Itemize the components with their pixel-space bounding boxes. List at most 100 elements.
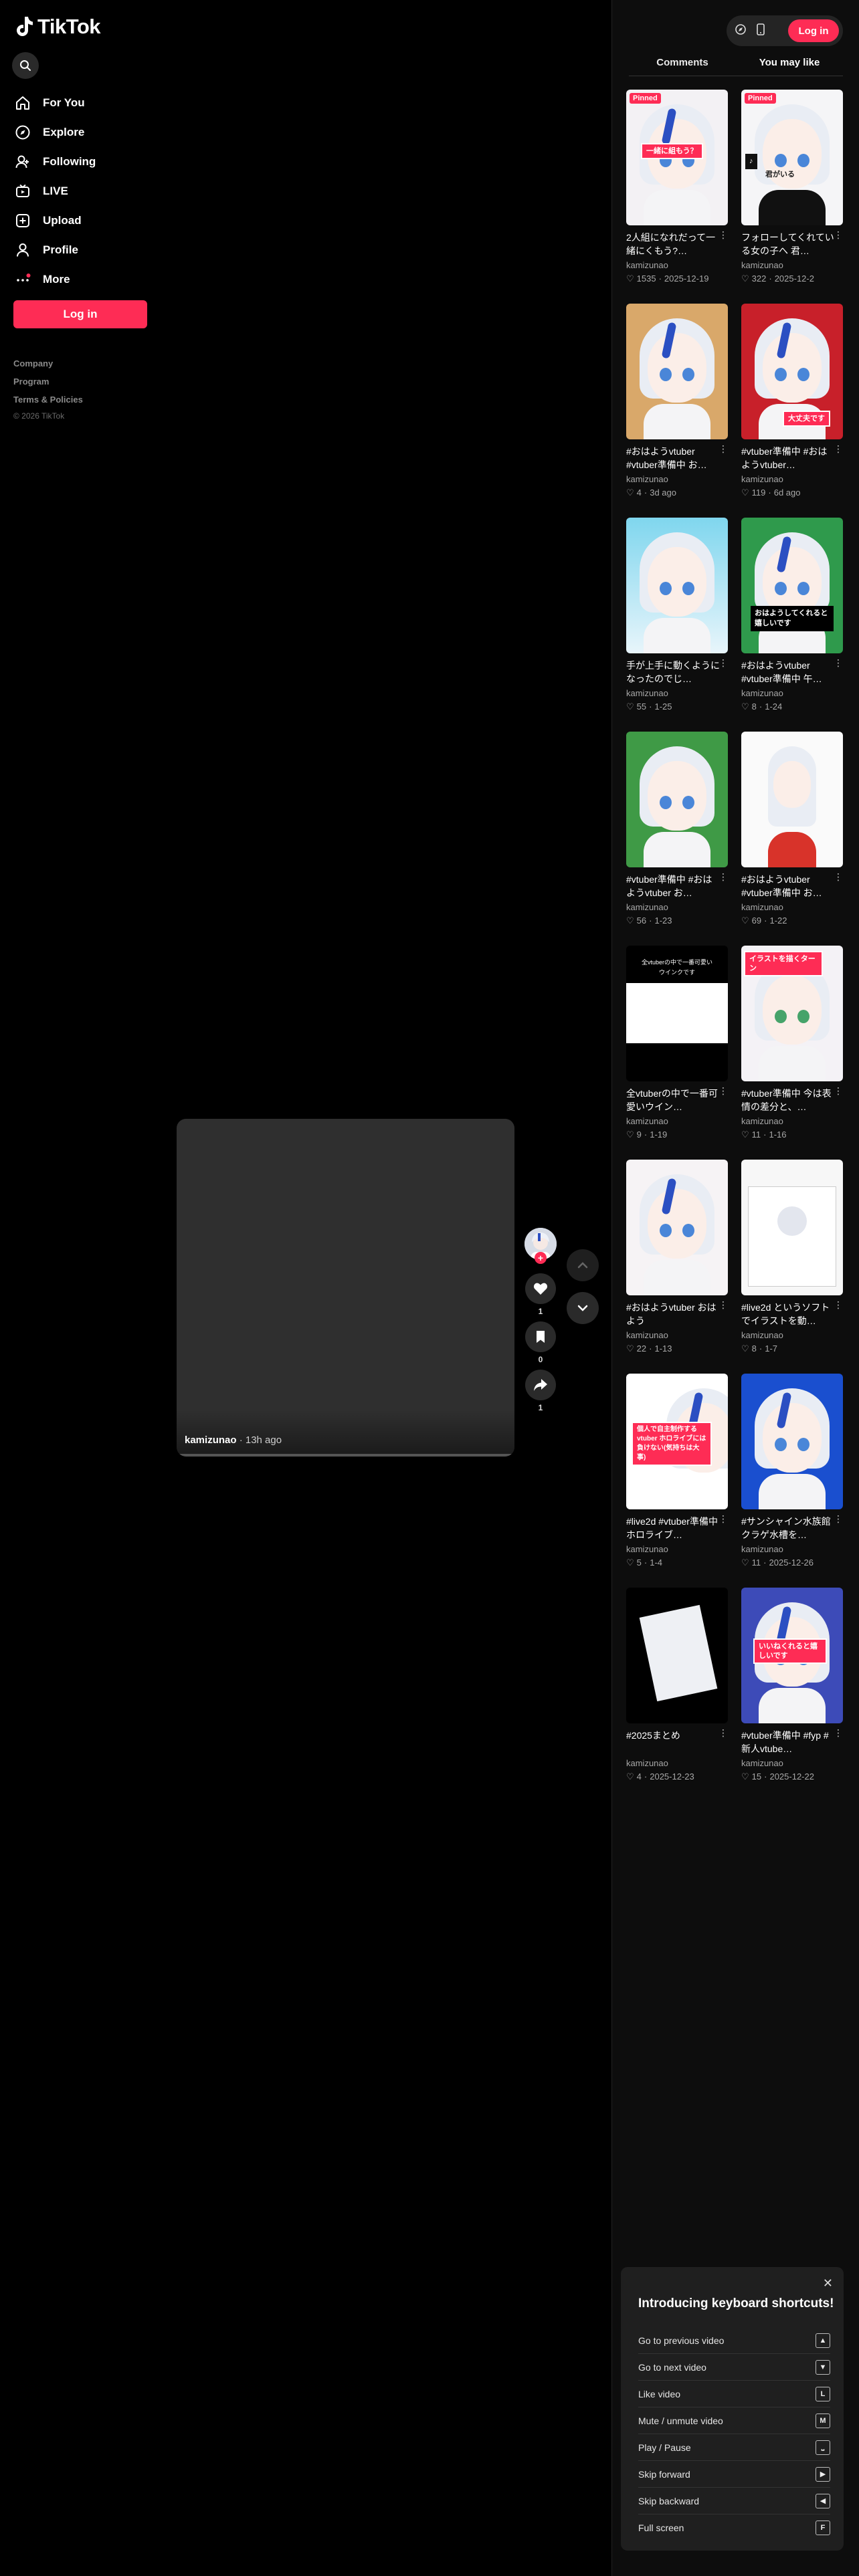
previous-video-button[interactable]: [567, 1249, 599, 1281]
more-options-icon[interactable]: ⋮: [834, 1086, 843, 1095]
more-options-icon[interactable]: ⋮: [834, 230, 843, 239]
thumb-overlay-text: 個人で自主制作する vtuber ホロライブには負けない(気持ちは大事): [632, 1422, 712, 1466]
sidebar-item-live[interactable]: LIVE: [13, 177, 96, 206]
video-card[interactable]: #vtuber準備中 #おはようvtuber お… ⋮ kamizunao ♡ 5…: [626, 732, 728, 927]
video-author[interactable]: kamizunao: [185, 1434, 237, 1446]
meta-separator: ·: [644, 1772, 648, 1782]
more-options-icon[interactable]: ⋮: [719, 230, 728, 239]
video-card[interactable]: 全vtuberの中で一番可愛いウインクです 全vtuberの中で一番可愛いウイン…: [626, 946, 728, 1141]
footer-link-terms[interactable]: Terms & Policies: [13, 391, 83, 409]
video-thumbnail[interactable]: [626, 732, 728, 867]
shortcut-row: Play / Pause ⎵: [638, 2434, 830, 2461]
footer-link-program[interactable]: Program: [13, 372, 83, 391]
sidebar-item-more[interactable]: More: [13, 265, 96, 294]
video-card[interactable]: #おはようvtuber おはよう ⋮ kamizunao ♡ 22 · 1-13: [626, 1160, 728, 1355]
video-thumbnail[interactable]: [741, 1374, 843, 1509]
video-thumbnail[interactable]: イラストを描くターン: [741, 946, 843, 1081]
video-card[interactable]: 手が上手に動くようになったのでじ… ⋮ kamizunao ♡ 55 · 1-25: [626, 518, 728, 713]
more-options-icon[interactable]: ⋮: [834, 444, 843, 453]
more-options-icon[interactable]: ⋮: [719, 872, 728, 881]
shortcut-label: Go to previous video: [638, 2335, 725, 2346]
shortcut-label: Skip forward: [638, 2468, 690, 2480]
header-login-button[interactable]: Log in: [788, 19, 839, 42]
shortcut-row: Skip backward ◀: [638, 2488, 830, 2514]
share-count: 1: [538, 1403, 543, 1412]
video-card[interactable]: #2025まとめ ⋮ kamizunao ♡ 4 · 2025-12-23: [626, 1588, 728, 1783]
device-icon[interactable]: [756, 23, 765, 39]
more-options-icon[interactable]: ⋮: [834, 872, 843, 881]
more-options-icon[interactable]: ⋮: [834, 1300, 843, 1309]
video-card[interactable]: 一緒に組もう？ Pinned 2人組になれだって一緒にくもう?… ⋮ kamiz…: [626, 90, 728, 285]
card-date: 1-4: [650, 1558, 663, 1568]
more-options-icon[interactable]: ⋮: [719, 444, 728, 453]
explore-circle-icon[interactable]: [735, 23, 747, 39]
video-thumbnail[interactable]: [626, 518, 728, 653]
more-options-icon[interactable]: ⋮: [719, 1728, 728, 1737]
video-thumbnail[interactable]: [626, 1160, 728, 1295]
video-card[interactable]: いいねくれると嬉しいです #vtuber準備中 #fyp #新人vtube… ⋮…: [741, 1588, 843, 1783]
sidebar-item-following[interactable]: Following: [13, 147, 96, 177]
card-likes: 322: [751, 274, 767, 284]
video-card[interactable]: 個人で自主制作する vtuber ホロライブには負けない(気持ちは大事) #li…: [626, 1374, 728, 1569]
sidebar-item-label: More: [43, 273, 70, 286]
video-card[interactable]: ♪ 君がいる Pinned フォローしてくれている女の子へ 君… ⋮ kamiz…: [741, 90, 843, 285]
video-thumbnail[interactable]: [626, 1588, 728, 1723]
heart-icon: [533, 1283, 548, 1295]
sidebar-login-button[interactable]: Log in: [13, 300, 147, 328]
video-thumbnail[interactable]: いいねくれると嬉しいです: [741, 1588, 843, 1723]
video-thumbnail[interactable]: [741, 1160, 843, 1295]
video-thumbnail[interactable]: [741, 732, 843, 867]
close-icon[interactable]: ✕: [823, 2276, 833, 2290]
more-options-icon[interactable]: ⋮: [834, 658, 843, 667]
more-options-icon[interactable]: ⋮: [719, 658, 728, 667]
video-player[interactable]: kamizunao · 13h ago: [177, 1119, 514, 1457]
tiktok-watermark-icon: ♪: [745, 154, 757, 169]
video-card[interactable]: 大丈夫です #vtuber準備中 #おはようvtuber… ⋮ kamizuna…: [741, 304, 843, 499]
share-button[interactable]: [525, 1370, 556, 1400]
thumb-card-image: [639, 1604, 718, 1702]
card-date: 1-24: [765, 702, 783, 712]
card-title: 全vtuberの中で一番可愛いウイン…: [626, 1088, 718, 1112]
video-card[interactable]: #サンシャイン水族館 クラゲ水槽を… ⋮ kamizunao ♡ 11 · 2025-…: [741, 1374, 843, 1569]
video-thumbnail[interactable]: 大丈夫です: [741, 304, 843, 439]
card-meta: ♡ 5 · 1-4: [626, 1557, 728, 1569]
shortcuts-list: Go to previous video ▲ Go to next video ▼ …: [638, 2327, 830, 2541]
video-thumbnail[interactable]: 一緒に組もう？ Pinned: [626, 90, 728, 225]
card-title: フォローしてくれている女の子へ 君…: [741, 232, 834, 256]
card-meta: ♡ 8 · 1-24: [741, 701, 843, 713]
more-options-icon[interactable]: ⋮: [719, 1514, 728, 1523]
video-card[interactable]: おはようしてくれると嬉しいです #おはようvtuber #vtuber準備中 午…: [741, 518, 843, 713]
more-options-icon[interactable]: ⋮: [834, 1728, 843, 1737]
tab-comments[interactable]: Comments: [629, 53, 736, 76]
video-card[interactable]: #おはようvtuber #vtuber準備中 お… ⋮ kamizunao ♡ 6…: [741, 732, 843, 927]
sidebar-item-for-you[interactable]: For You: [13, 88, 96, 118]
sidebar-item-explore[interactable]: Explore: [13, 118, 96, 147]
like-button[interactable]: [525, 1273, 556, 1304]
sidebar-item-label: Following: [43, 155, 96, 168]
video-thumbnail[interactable]: 個人で自主制作する vtuber ホロライブには負けない(気持ちは大事): [626, 1374, 728, 1509]
video-progress-bar[interactable]: [177, 1454, 514, 1457]
more-icon: [13, 270, 32, 289]
video-thumbnail[interactable]: [626, 304, 728, 439]
video-card[interactable]: #おはようvtuber #vtuber準備中 お… ⋮ kamizunao ♡ 4…: [626, 304, 728, 499]
card-likes: 11: [751, 1558, 761, 1568]
video-thumbnail[interactable]: おはようしてくれると嬉しいです: [741, 518, 843, 653]
card-date: 2025-12-26: [769, 1558, 814, 1568]
more-options-icon[interactable]: ⋮: [834, 1514, 843, 1523]
more-options-icon[interactable]: ⋮: [719, 1086, 728, 1095]
card-date: 2025-12-19: [664, 274, 709, 284]
more-options-icon[interactable]: ⋮: [719, 1300, 728, 1309]
tiktok-logo[interactable]: TikTok: [13, 15, 101, 39]
sidebar-item-upload[interactable]: Upload: [13, 206, 96, 235]
video-card[interactable]: #live2d というソフトでイラストを動… ⋮ kamizunao ♡ 8 · 1-…: [741, 1160, 843, 1355]
tab-you-may-like[interactable]: You may like: [736, 53, 843, 76]
video-card[interactable]: イラストを描くターン #vtuber準備中 今は表情の差分と、… ⋮ kamiz…: [741, 946, 843, 1141]
follow-plus-icon[interactable]: +: [535, 1252, 547, 1264]
search-button[interactable]: [12, 52, 39, 79]
video-thumbnail[interactable]: ♪ 君がいる Pinned: [741, 90, 843, 225]
sidebar-item-profile[interactable]: Profile: [13, 235, 96, 265]
footer-link-company[interactable]: Company: [13, 354, 83, 372]
next-video-button[interactable]: [567, 1292, 599, 1324]
save-button[interactable]: [525, 1321, 556, 1352]
video-thumbnail[interactable]: 全vtuberの中で一番可愛いウインクです: [626, 946, 728, 1081]
